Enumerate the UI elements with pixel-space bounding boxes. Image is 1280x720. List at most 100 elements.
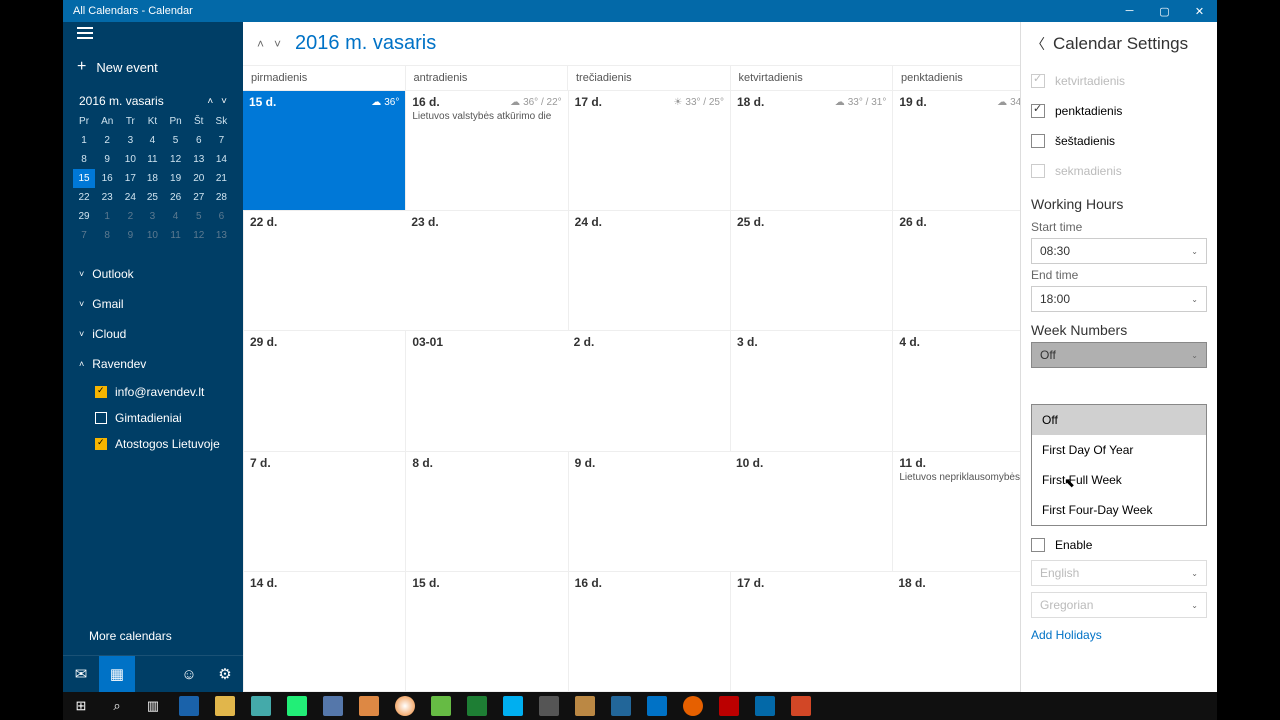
calendar-cell[interactable]: 2 d.: [568, 331, 730, 451]
mini-day[interactable]: 17: [119, 169, 141, 188]
mini-day[interactable]: 20: [188, 169, 210, 188]
hamburger-button[interactable]: [63, 22, 243, 44]
calendar-cell[interactable]: 15 d.☁ 36°: [243, 91, 405, 211]
close-button[interactable]: ✕: [1182, 0, 1217, 22]
mini-day[interactable]: 21: [210, 169, 233, 188]
mini-day[interactable]: 10: [119, 150, 141, 169]
calendar-cell[interactable]: 17 d.: [730, 572, 892, 692]
app-icon[interactable]: [567, 692, 603, 720]
skype-icon[interactable]: [495, 692, 531, 720]
mini-day[interactable]: 5: [188, 207, 210, 226]
calendar-checkbox[interactable]: [95, 438, 107, 450]
end-time-select[interactable]: 18:00⌄: [1031, 286, 1207, 312]
dropdown-option[interactable]: First Day Of Year: [1032, 435, 1206, 465]
mini-next-icon[interactable]: ˅: [221, 96, 227, 107]
calendar-cell[interactable]: 15 d.: [405, 572, 567, 692]
app-icon[interactable]: [243, 692, 279, 720]
explorer-icon[interactable]: [207, 692, 243, 720]
settings-icon[interactable]: ⚙: [207, 656, 243, 692]
calendar-cell[interactable]: 9 d.: [568, 452, 730, 572]
mini-day[interactable]: 2: [119, 207, 141, 226]
calendar-cell[interactable]: 16 d.: [568, 572, 730, 692]
prev-period-icon[interactable]: ˄: [257, 37, 264, 51]
mini-day[interactable]: 8: [73, 150, 95, 169]
mini-day[interactable]: 2: [95, 131, 119, 150]
start-time-select[interactable]: 08:30⌄: [1031, 238, 1207, 264]
outlook-icon[interactable]: [639, 692, 675, 720]
mini-day[interactable]: 13: [188, 150, 210, 169]
chrome-icon[interactable]: [387, 692, 423, 720]
mini-day[interactable]: 16: [95, 169, 119, 188]
mini-day[interactable]: 8: [95, 226, 119, 245]
mini-day[interactable]: 27: [188, 188, 210, 207]
mini-day[interactable]: 12: [188, 226, 210, 245]
account-item[interactable]: ˅Outlook: [67, 259, 239, 289]
calendar-icon[interactable]: ▦: [99, 656, 135, 692]
mini-day[interactable]: 4: [163, 207, 187, 226]
calendar-app-icon[interactable]: [747, 692, 783, 720]
mail-icon[interactable]: ✉: [63, 656, 99, 692]
account-item[interactable]: ˅Gmail: [67, 289, 239, 319]
mini-day[interactable]: 7: [210, 131, 233, 150]
taskview-icon[interactable]: ▥: [135, 692, 171, 720]
mini-day[interactable]: 10: [141, 226, 163, 245]
calendar-cell[interactable]: 25 d.: [730, 211, 892, 331]
feedback-icon[interactable]: ☺: [171, 656, 207, 692]
mini-day[interactable]: 11: [163, 226, 187, 245]
firefox-icon[interactable]: [675, 692, 711, 720]
powerpoint-icon[interactable]: [783, 692, 819, 720]
dropdown-option[interactable]: First Full Week: [1032, 465, 1206, 495]
mini-day[interactable]: 18: [141, 169, 163, 188]
mini-day[interactable]: 4: [141, 131, 163, 150]
calendar-cell[interactable]: 17 d.☀ 33° / 25°: [568, 91, 730, 211]
mini-day[interactable]: 6: [210, 207, 233, 226]
mini-day[interactable]: 5: [163, 131, 187, 150]
mini-day[interactable]: 9: [95, 150, 119, 169]
app-icon[interactable]: [603, 692, 639, 720]
mini-day[interactable]: 14: [210, 150, 233, 169]
search-icon[interactable]: ⌕: [99, 692, 135, 720]
app-icon[interactable]: [315, 692, 351, 720]
calendar-cell[interactable]: 03-01: [405, 331, 567, 451]
new-event-button[interactable]: + New event: [63, 44, 243, 90]
account-item[interactable]: ˅iCloud: [67, 319, 239, 349]
minimize-button[interactable]: ─: [1112, 0, 1147, 22]
dropdown-option[interactable]: First Four-Day Week: [1032, 495, 1206, 525]
filezilla-icon[interactable]: [711, 692, 747, 720]
more-calendars-link[interactable]: More calendars: [63, 617, 243, 655]
app-icon[interactable]: [531, 692, 567, 720]
mini-day[interactable]: 1: [73, 131, 95, 150]
excel-icon[interactable]: [459, 692, 495, 720]
calendar-cell[interactable]: 18 d.☁ 33° / 31°: [730, 91, 892, 211]
mini-day[interactable]: 24: [119, 188, 141, 207]
mini-day[interactable]: 12: [163, 150, 187, 169]
calendar-cell[interactable]: 16 d.☁ 36° / 22°Lietuvos valstybės atkūr…: [405, 91, 567, 211]
app-icon[interactable]: [351, 692, 387, 720]
mini-day[interactable]: 19: [163, 169, 187, 188]
app-icon[interactable]: [279, 692, 315, 720]
next-period-icon[interactable]: ˅: [274, 37, 281, 51]
mini-day[interactable]: 9: [119, 226, 141, 245]
mini-day[interactable]: 22: [73, 188, 95, 207]
calendar-cell[interactable]: 8 d.: [405, 452, 567, 572]
maximize-button[interactable]: ▢: [1147, 0, 1182, 22]
taskbar[interactable]: ⊞ ⌕ ▥: [63, 692, 1217, 720]
dropdown-option[interactable]: Off: [1032, 405, 1206, 435]
calendar-checkbox[interactable]: [95, 412, 107, 424]
start-icon[interactable]: ⊞: [63, 692, 99, 720]
mini-day[interactable]: 11: [141, 150, 163, 169]
mini-day[interactable]: 6: [188, 131, 210, 150]
mini-day[interactable]: 13: [210, 226, 233, 245]
mini-day[interactable]: 1: [95, 207, 119, 226]
mini-prev-icon[interactable]: ˄: [207, 96, 213, 107]
day-checkbox[interactable]: [1031, 134, 1045, 148]
event-item[interactable]: Lietuvos valstybės atkūrimo die: [412, 111, 561, 122]
mini-day[interactable]: 26: [163, 188, 187, 207]
mini-day[interactable]: 3: [141, 207, 163, 226]
app-icon[interactable]: [423, 692, 459, 720]
mini-day[interactable]: 15: [73, 169, 95, 188]
mini-day[interactable]: 28: [210, 188, 233, 207]
edge-icon[interactable]: [171, 692, 207, 720]
week-numbers-select[interactable]: Off⌄: [1031, 342, 1207, 368]
settings-back-icon[interactable]: 〈: [1031, 34, 1045, 54]
